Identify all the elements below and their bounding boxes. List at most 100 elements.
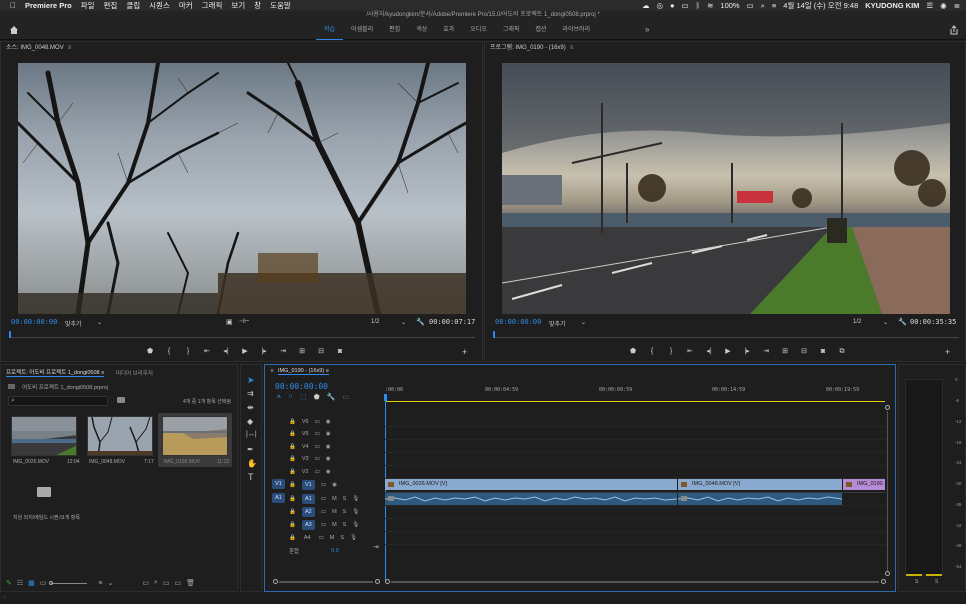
list-view-icon[interactable]: ☷ [17, 579, 23, 587]
tab-editing[interactable]: 편집 [381, 20, 408, 40]
sync-lock-icon[interactable]: ▭ [321, 509, 326, 515]
project-search-input[interactable]: ⌕ [8, 396, 108, 406]
mic-icon[interactable]: 🎙 [352, 496, 359, 502]
record-icon[interactable]: ● [670, 1, 675, 10]
sync-lock-icon[interactable]: ▭ [315, 419, 320, 425]
clock[interactable]: 4월 14일 (수) 오전 9:48 [783, 0, 858, 11]
mic-icon[interactable]: 🎙 [352, 509, 359, 515]
overwrite-icon[interactable]: ⊟ [317, 348, 325, 356]
add-button-icon[interactable]: + [945, 347, 950, 357]
play-icon[interactable]: ▶ [241, 348, 249, 356]
safe-margins-icon[interactable]: ▣ [226, 318, 233, 326]
mark-in-icon[interactable]: { [648, 348, 656, 356]
sync-lock-icon[interactable]: ▭ [315, 444, 320, 450]
media-item-img0048[interactable] [87, 416, 153, 456]
step-back-icon[interactable]: ◂| [222, 348, 230, 356]
clip-img0026-video[interactable]: IMG_0026.MOV [V] [385, 479, 677, 490]
linked-selection-icon[interactable]: ⬚ [300, 393, 307, 401]
camera-icon[interactable]: ◙ [336, 348, 344, 356]
timeline-tab[interactable]: IMG_0190 - (16x9) ≡ [278, 368, 329, 375]
add-button-icon[interactable]: + [462, 347, 467, 357]
slip-icon[interactable]: |↔| [246, 431, 257, 438]
apple-icon[interactable]:  [10, 1, 16, 10]
ripple-edit-icon[interactable]: ⇼ [247, 403, 254, 412]
lock-icon[interactable]: 🔒 [289, 444, 296, 450]
filter-icon[interactable]: ⊣⊢ [239, 318, 249, 325]
pen-icon[interactable]: ✒ [247, 445, 254, 454]
mute-button[interactable]: M [332, 522, 337, 528]
menu-window[interactable]: 창 [254, 0, 261, 11]
tab-audio[interactable]: 오디오 [462, 20, 495, 40]
display-icon[interactable]: ▭ [682, 1, 689, 10]
lock-icon[interactable]: 🔒 [289, 522, 296, 528]
insert-icon[interactable]: ⊞ [298, 348, 306, 356]
selection-tool-icon[interactable]: ➤ [247, 375, 255, 386]
tab-assembly[interactable]: 어셈블리 [343, 20, 381, 40]
home-icon[interactable] [9, 25, 19, 35]
list-icon[interactable]: ≣ [954, 1, 960, 10]
eye-icon[interactable]: ◉ [326, 444, 331, 450]
menu-marker[interactable]: 마커 [179, 0, 193, 11]
mix-value[interactable]: 0.0 [331, 548, 339, 554]
solo-button[interactable]: S [343, 522, 347, 528]
mark-out-icon[interactable]: } [667, 348, 675, 356]
source-title[interactable]: 소스: IMG_0048.MOV [6, 45, 64, 51]
program-scrubber[interactable] [493, 331, 959, 338]
freeform-view-icon[interactable]: ▭ [40, 579, 47, 587]
lock-icon[interactable]: 🔒 [289, 431, 296, 437]
mute-button[interactable]: M [330, 535, 335, 541]
media-item-img0190[interactable] [162, 416, 228, 456]
panel-menu-icon[interactable]: ≡ [570, 45, 574, 51]
source-timecode-in[interactable]: 00:00:00:00 [11, 318, 57, 326]
bluetooth-icon[interactable]: ᛒ [696, 1, 701, 10]
source-patch-v1[interactable]: V1 [272, 479, 285, 489]
step-back-icon[interactable]: ◂| [705, 348, 713, 356]
lock-icon[interactable]: 🔒 [289, 419, 296, 425]
new-item-icon[interactable]: ▭ [175, 579, 182, 587]
track-target-v1[interactable]: V1 [301, 480, 315, 490]
trash-icon[interactable]: 🗑 [186, 579, 195, 587]
lock-icon[interactable]: 🔒 [289, 469, 296, 475]
new-bin-icon[interactable]: ▭ [163, 579, 170, 587]
track-label[interactable]: V6 [302, 419, 309, 425]
clip-img0048-video[interactable]: IMG_0048.MOV [V] [678, 479, 842, 490]
app-menu[interactable]: Premiere Pro [25, 1, 72, 10]
program-ratio-select[interactable]: 1/2 [853, 319, 861, 325]
go-to-in-icon[interactable]: ⇤ [203, 348, 211, 356]
solo-button[interactable]: S [343, 496, 347, 502]
lock-icon[interactable]: 🔒 [289, 535, 296, 541]
solo-left-button[interactable]: S [915, 579, 918, 585]
track-label[interactable]: V5 [302, 431, 309, 437]
menu-clip[interactable]: 클립 [126, 0, 140, 11]
lock-icon[interactable]: 🔒 [289, 496, 296, 502]
playhead-icon[interactable] [493, 331, 495, 338]
lock-icon[interactable]: 🔒 [289, 509, 296, 515]
sort-icon[interactable]: ≡ [98, 580, 102, 587]
compare-icon[interactable]: ⧉ [838, 348, 846, 356]
automate-icon[interactable]: ▭ [142, 579, 149, 587]
mute-button[interactable]: M [332, 496, 337, 502]
menu-help[interactable]: 도움말 [270, 0, 291, 11]
program-title[interactable]: 프로그램: IMG_0190 - (16x9) [490, 45, 566, 51]
camera-icon[interactable]: ◙ [819, 348, 827, 356]
settings-wrench-icon[interactable]: 🔧 [327, 393, 336, 401]
sync-lock-icon[interactable]: ▭ [315, 456, 320, 462]
mic-icon[interactable]: 🎙 [350, 535, 357, 541]
tab-libraries[interactable]: 라이브러리 [554, 20, 598, 40]
go-to-end-icon[interactable]: ⇥ [373, 543, 379, 551]
panel-menu-icon[interactable]: ≡ [326, 368, 329, 374]
close-icon[interactable]: × [270, 368, 274, 375]
eye-icon[interactable]: ◉ [326, 469, 331, 475]
wifi-icon[interactable]: ≋ [707, 1, 713, 10]
chevron-down-icon[interactable]: ⌄ [401, 319, 406, 326]
solo-right-button[interactable]: S [935, 579, 938, 585]
sync-lock-icon[interactable]: ▭ [315, 431, 320, 437]
sync-lock-icon[interactable]: ▭ [315, 469, 320, 475]
menu-sequence[interactable]: 시퀀스 [149, 0, 170, 11]
playhead-icon[interactable] [9, 331, 11, 338]
chevron-down-icon[interactable]: ⌄ [581, 319, 586, 326]
sync-lock-icon[interactable]: ▭ [321, 496, 326, 502]
mute-button[interactable]: M [332, 509, 337, 515]
eye-icon[interactable]: ◉ [326, 431, 331, 437]
lock-icon[interactable]: 🔒 [289, 456, 296, 462]
